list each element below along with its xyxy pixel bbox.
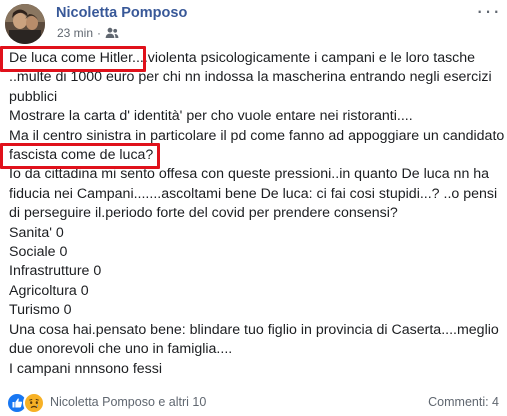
post-line: Ma il centro sinistra in particolare il … xyxy=(9,127,505,144)
post-line: Agricoltura 0 xyxy=(9,282,89,299)
meta-separator: · xyxy=(97,26,102,40)
post-line: di perseguire il.periodo forte del covid… xyxy=(9,205,398,222)
avatar[interactable] xyxy=(5,4,45,44)
post-line: De luca come Hitler....violenta psicolog… xyxy=(9,50,476,66)
avatar-photo xyxy=(5,4,45,44)
post-line: Sanita' 0 xyxy=(9,224,64,241)
comments-count[interactable]: Commenti: 4 xyxy=(428,395,499,409)
post-meta: 23 min · xyxy=(57,26,119,42)
post-footer: Nicoletta Pomposo e altri 10 Commenti: 4 xyxy=(0,392,507,416)
post-line: Una cosa hai.pensato bene: blindare tuo … xyxy=(9,321,499,338)
post-text: De luca come Hitler....violenta psicolog… xyxy=(9,49,505,379)
author-name[interactable]: Nicoletta Pomposo xyxy=(56,5,187,21)
post-line: Sociale 0 xyxy=(9,244,68,261)
post-line: due onorevoli che uno in famiglia.... xyxy=(9,341,233,358)
sad-reaction-icon xyxy=(23,392,45,414)
post-line: Io da cittadina mi sento offesa con ques… xyxy=(9,166,490,183)
post-line: Mostrare la carta d' identità' per cho v… xyxy=(9,108,413,125)
post-line: fascista come de luca? xyxy=(9,147,154,164)
post-line: I campani nnnsono fessi xyxy=(9,360,163,377)
post-header: Nicoletta Pomposo 23 min · ··· xyxy=(0,0,507,44)
friends-icon[interactable] xyxy=(105,27,119,42)
post-line: fiducia nei Campani.......ascoltami bene… xyxy=(9,185,498,202)
reactions-text[interactable]: Nicoletta Pomposo e altri 10 xyxy=(50,395,206,409)
post-line: Infrastrutture 0 xyxy=(9,263,102,280)
more-options-icon[interactable]: ··· xyxy=(476,0,501,22)
post-time[interactable]: 23 min xyxy=(57,26,93,40)
post-line: ..multe di 1000 euro per chi nn indossa … xyxy=(9,69,492,86)
post-line: Turismo 0 xyxy=(9,302,72,319)
post-line: pubblici xyxy=(9,88,58,105)
